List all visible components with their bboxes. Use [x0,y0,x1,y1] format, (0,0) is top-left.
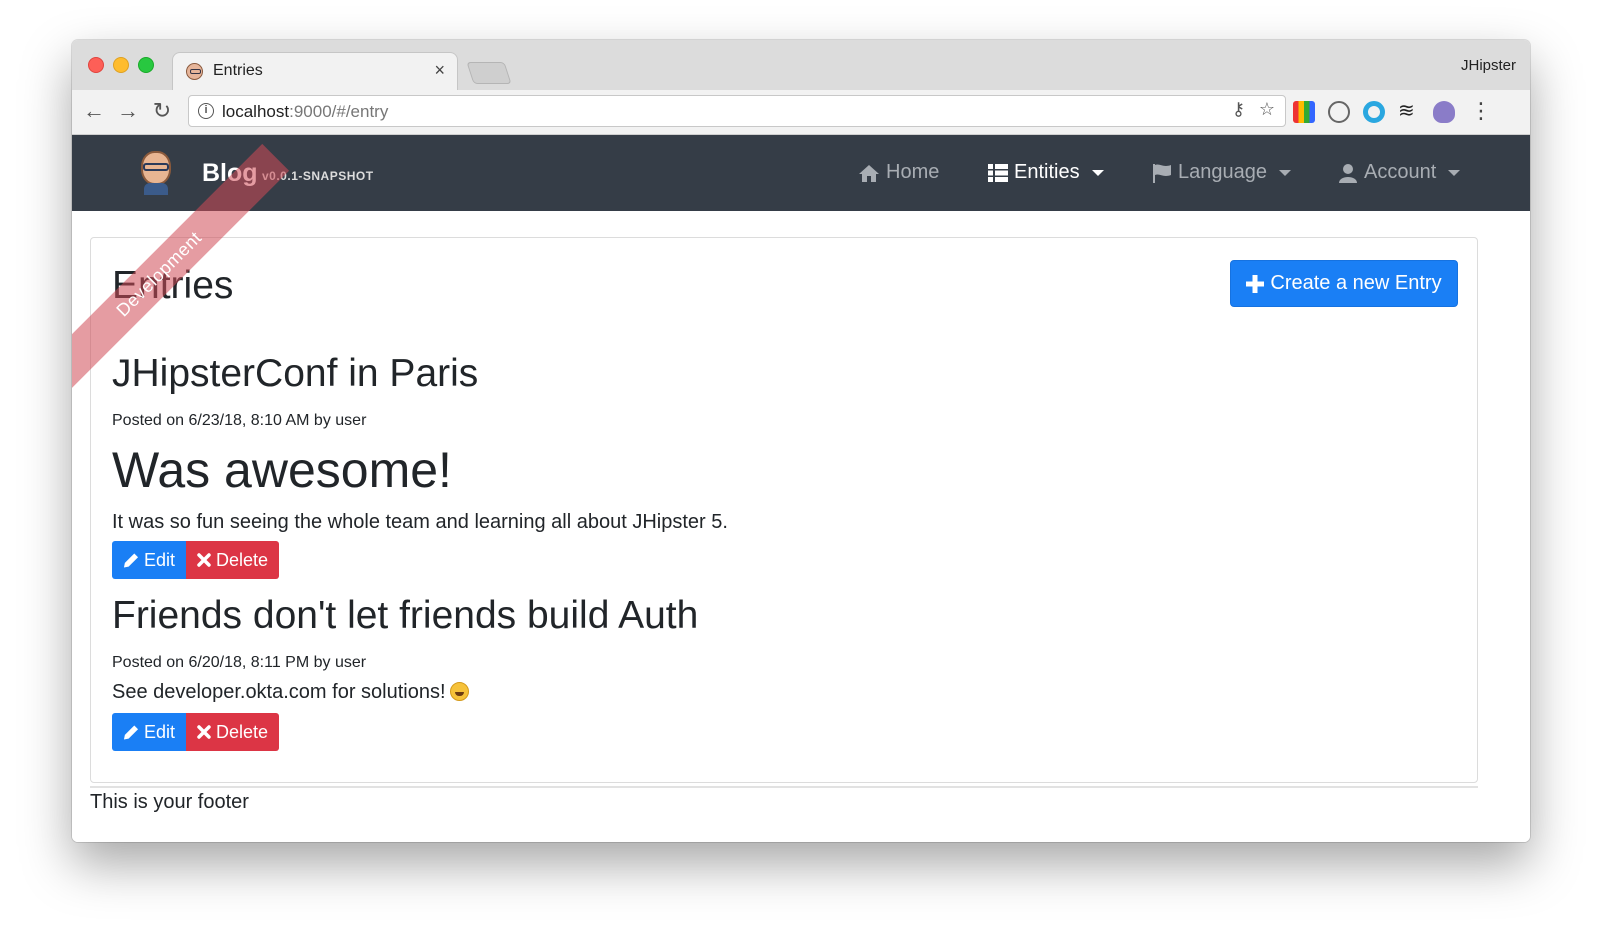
zoom-window-button[interactable] [138,57,154,73]
navbar: Blog v0.0.1-SNAPSHOT Home Entities Langu… [72,135,1530,211]
forward-arrow-icon[interactable]: → [116,97,140,125]
th-list-icon [988,163,1008,182]
extension-colorbars-icon[interactable] [1293,101,1315,123]
browser-tab-entries[interactable]: Entries × [172,52,458,91]
plus-icon [1246,274,1265,293]
nav-language[interactable]: Language [1152,161,1291,184]
footer-text: This is your footer [90,791,249,813]
entry-title[interactable]: JHipsterConf in Paris [112,352,478,396]
grinning-face-emoji-icon [449,682,469,701]
profile-name[interactable]: JHipster [1461,57,1516,74]
entry-content-heading: Was awesome! [112,442,452,498]
nav-entities[interactable]: Entities [988,161,1104,184]
edit-button[interactable]: Edit [112,713,186,751]
address-bar[interactable]: i localhost:9000/#/entry ⚷ ☆ [188,95,1286,127]
entry-content-text: It was so fun seeing the whole team and … [112,511,728,533]
entry-actions: Edit Delete [112,541,279,579]
edit-label: Edit [143,721,175,742]
edit-label: Edit [143,549,175,570]
create-entry-button[interactable]: Create a new Entry [1230,260,1458,307]
close-icon [197,725,211,739]
delete-label: Delete [215,549,268,570]
entry-actions: Edit Delete [112,713,279,751]
minimize-window-button[interactable] [113,57,129,73]
app-viewport: Blog v0.0.1-SNAPSHOT Home Entities Langu… [72,135,1530,842]
browser-window: Entries × JHipster ← → ↻ i localhost:900… [72,40,1530,842]
nav-account-label: Account [1364,161,1437,183]
chevron-down-icon [1278,169,1291,176]
bookmark-star-icon[interactable]: ☆ [1259,99,1275,120]
pencil-icon [123,724,139,740]
entry-content-text: See developer.okta.com for solutions! [112,681,469,704]
pencil-icon [123,552,139,568]
browser-toolbar: ← → ↻ i localhost:9000/#/entry ⚷ ☆ ≋ ⋮ [72,90,1530,135]
extension-octocat-icon[interactable] [1433,101,1455,123]
entry-meta: Posted on 6/20/18, 8:11 PM by user [112,654,367,671]
tab-strip: Entries × JHipster [72,40,1530,91]
chevron-down-icon [1091,169,1104,176]
extension-ring-icon[interactable] [1363,101,1385,123]
reload-icon[interactable]: ↻ [150,97,174,125]
create-entry-label: Create a new Entry [1270,272,1442,294]
delete-label: Delete [215,721,268,742]
close-icon [197,553,211,567]
tab-title: Entries [213,62,263,79]
flag-icon [1153,163,1171,183]
key-icon[interactable]: ⚷ [1232,99,1245,120]
site-info-icon[interactable]: i [198,103,214,119]
chevron-down-icon [1448,169,1461,176]
new-tab-button[interactable] [466,62,512,84]
browser-menu-icon[interactable]: ⋮ [1470,98,1492,124]
entry-meta: Posted on 6/23/18, 8:10 AM by user [112,412,367,429]
close-tab-icon[interactable]: × [434,60,445,81]
back-arrow-icon[interactable]: ← [82,97,106,125]
extension-buffer-icon[interactable]: ≋ [1398,101,1420,123]
edit-button[interactable]: Edit [112,541,186,579]
user-icon [1339,163,1357,183]
nav-language-label: Language [1178,161,1267,183]
jhipster-logo-icon[interactable] [138,147,174,197]
delete-button[interactable]: Delete [186,541,279,579]
entry-title[interactable]: Friends don't let friends build Auth [112,594,698,638]
url-text: localhost:9000/#/entry [222,102,389,121]
nav-entities-label: Entities [1014,161,1080,183]
footer-divider [90,786,1478,788]
delete-button[interactable]: Delete [186,713,279,751]
jhipster-favicon-icon [186,63,203,80]
nav-home-label: Home [886,161,940,183]
extension-lastpass-icon[interactable] [1328,101,1350,123]
close-window-button[interactable] [88,57,104,73]
home-icon [859,164,879,182]
entries-card: Entries Create a new Entry JHipsterConf … [90,237,1478,783]
nav-home[interactable]: Home [858,161,939,184]
nav-account[interactable]: Account [1338,161,1461,184]
